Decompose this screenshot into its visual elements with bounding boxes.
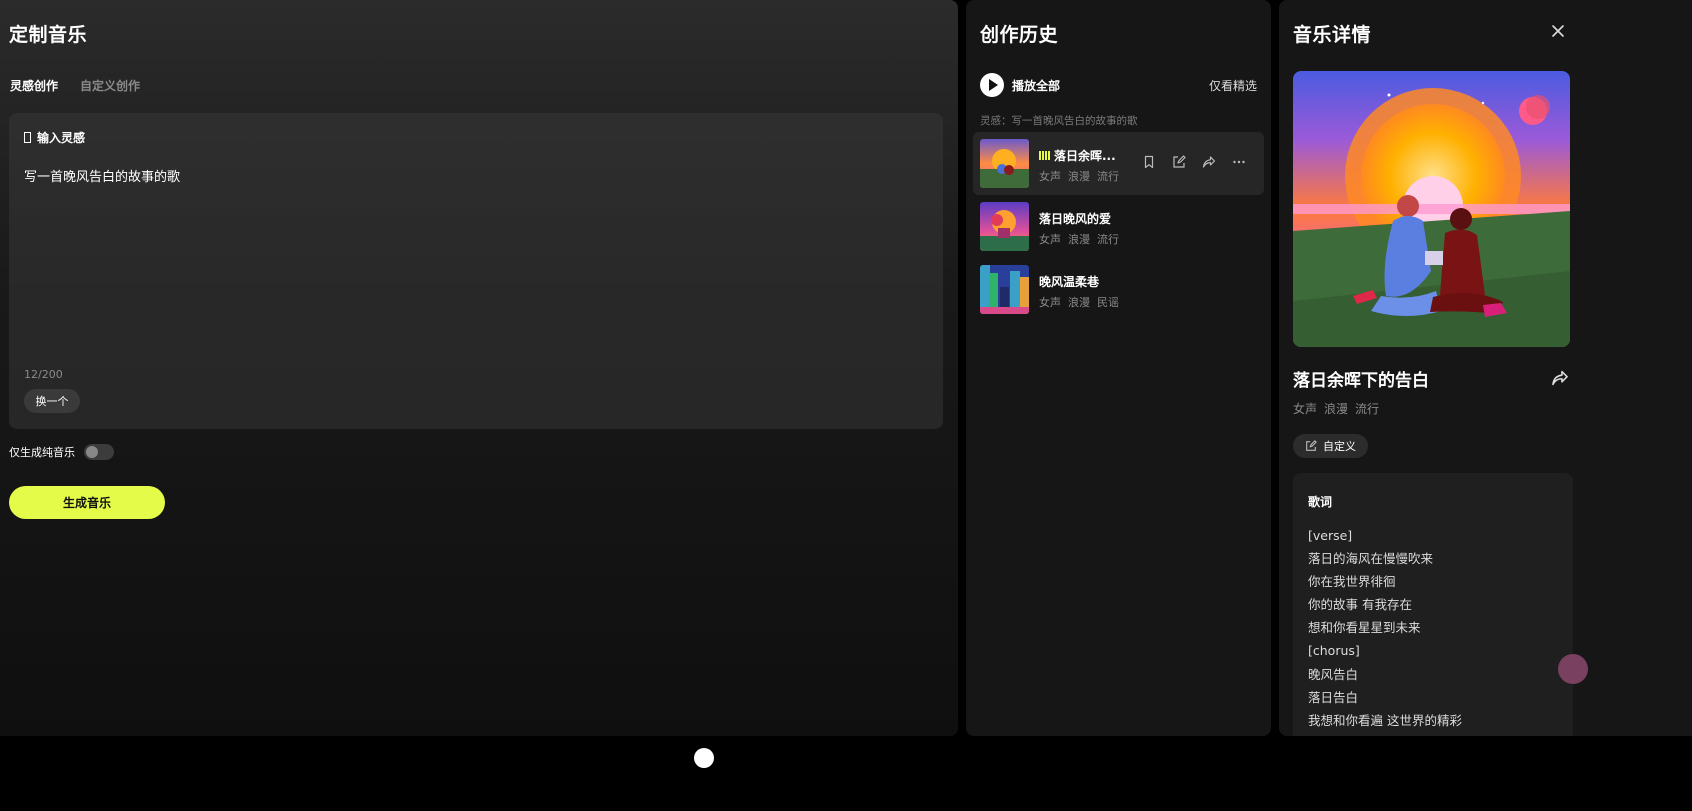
playing-equalizer-icon — [1039, 151, 1050, 160]
detail-title: 音乐详情 — [1293, 24, 1372, 46]
bookmark-icon[interactable] — [1141, 154, 1157, 170]
featured-only-filter[interactable]: 仅看精选 — [1209, 77, 1257, 94]
input-label-text: 输入灵感 — [37, 131, 86, 145]
custom-music-panel: 定制音乐 灵感创作 自定义创作 输入灵感 写一首晚风告白的故事的歌 12/200… — [0, 0, 958, 736]
track-item[interactable]: 落日晚风的爱 女声 浪漫 流行 — [973, 195, 1264, 258]
share-icon[interactable] — [1551, 369, 1569, 387]
lyric-line: [verse] — [1308, 528, 1353, 543]
tag: 女声 — [1039, 170, 1061, 183]
tag: 浪漫 — [1068, 233, 1090, 246]
inspiration-note: 灵感：写一首晚风告白的故事的歌 — [980, 115, 1138, 127]
share-icon[interactable] — [1201, 154, 1217, 170]
lyric-line: 落日的海风在慢慢吹来 — [1308, 551, 1434, 567]
edit-icon[interactable] — [1171, 154, 1187, 170]
input-label: 输入灵感 — [24, 129, 85, 146]
creation-tabs: 灵感创作 自定义创作 — [10, 77, 140, 94]
edit-icon — [1306, 440, 1317, 451]
lyric-line: 我想和你看遍 这世界的精彩 — [1308, 712, 1462, 728]
lyrics-text: [verse] 落日的海风在慢慢吹来 你在我世界徘徊 你的故事 有我存在 想和你… — [1308, 524, 1462, 732]
track-cover-thumbnail — [980, 202, 1029, 251]
track-title: 落日晚风的爱 — [1039, 212, 1112, 226]
track-title: 晚风温柔巷 — [1039, 275, 1100, 289]
track-item[interactable]: 晚风温柔巷 女声 浪漫 民谣 — [973, 258, 1264, 321]
track-cover-thumbnail — [980, 139, 1029, 188]
song-tags: 女声 浪漫 流行 — [1293, 400, 1379, 417]
track-tags: 女声 浪漫 民谣 — [1039, 294, 1119, 310]
track-actions — [1141, 154, 1247, 170]
tag: 浪漫 — [1324, 402, 1349, 416]
label-box-icon — [24, 132, 31, 143]
lyrics-card: 歌词 [verse] 落日的海风在慢慢吹来 你在我世界徘徊 你的故事 有我存在 … — [1293, 473, 1573, 736]
song-title: 落日余晖下的告白 — [1293, 371, 1429, 391]
inspiration-input[interactable]: 写一首晚风告白的故事的歌 — [24, 166, 924, 346]
more-icon[interactable] — [1231, 154, 1247, 170]
tag: 女声 — [1039, 296, 1061, 309]
tag: 女声 — [1039, 233, 1061, 246]
close-icon[interactable] — [1549, 22, 1567, 40]
lyrics-title: 歌词 — [1308, 495, 1333, 509]
tag: 民谣 — [1097, 296, 1119, 309]
floating-assistant-avatar[interactable] — [1558, 654, 1588, 684]
track-item[interactable]: 落日余晖... 女声 浪漫 流行 — [973, 132, 1264, 195]
play-all-button[interactable]: 播放全部 — [980, 73, 1060, 97]
track-tags: 女声 浪漫 流行 — [1039, 231, 1119, 247]
customize-button[interactable]: 自定义 — [1293, 434, 1368, 458]
lyric-line: 你的故事 有我存在 — [1308, 597, 1412, 613]
tag: 浪漫 — [1068, 296, 1090, 309]
page-title: 定制音乐 — [9, 24, 88, 46]
song-cover-image — [1293, 71, 1570, 347]
tag: 流行 — [1097, 233, 1119, 246]
track-title-text: 落日余晖... — [1054, 149, 1116, 163]
tag: 女声 — [1293, 402, 1318, 416]
lyric-line: 落日告白 — [1308, 689, 1359, 705]
tag: 流行 — [1355, 402, 1380, 416]
pure-music-label: 仅生成纯音乐 — [9, 446, 75, 459]
history-title: 创作历史 — [980, 24, 1059, 46]
play-icon — [980, 73, 1004, 97]
play-all-label: 播放全部 — [1012, 78, 1061, 93]
lyric-line: 你在我世界徘徊 — [1308, 574, 1396, 590]
customize-label: 自定义 — [1323, 440, 1356, 453]
char-count: 12/200 — [24, 368, 63, 381]
track-cover-thumbnail — [980, 265, 1029, 314]
generate-music-button[interactable]: 生成音乐 — [9, 486, 165, 519]
tag: 流行 — [1097, 170, 1119, 183]
pure-music-row: 仅生成纯音乐 — [9, 444, 114, 460]
tab-inspiration[interactable]: 灵感创作 — [10, 77, 58, 94]
lyric-line: 晚风告白 — [1308, 666, 1359, 682]
lyric-line: 想和你看星星到未来 — [1308, 620, 1421, 636]
track-title: 落日余晖... — [1039, 147, 1116, 164]
swap-inspiration-button[interactable]: 换一个 — [24, 389, 80, 413]
lyric-line: [chorus] — [1308, 643, 1360, 659]
inspiration-input-card: 输入灵感 写一首晚风告白的故事的歌 12/200 换一个 — [9, 113, 943, 429]
pure-music-toggle[interactable] — [84, 444, 114, 460]
creation-history-panel: 创作历史 播放全部 仅看精选 灵感：写一首晚风告白的故事的歌 落日余晖... 女… — [966, 0, 1271, 736]
tag: 浪漫 — [1068, 170, 1090, 183]
track-tags: 女声 浪漫 流行 — [1039, 168, 1119, 184]
tab-custom-creation[interactable]: 自定义创作 — [80, 77, 140, 94]
bottom-indicator[interactable] — [694, 748, 714, 768]
track-list: 落日余晖... 女声 浪漫 流行 落日晚风的爱 女声 浪漫 流行 晚风温柔巷 女… — [973, 132, 1264, 321]
music-detail-panel: 音乐详情 落日余晖下的告白 女声 浪漫 流行 自定义 歌词 [verse] 落日… — [1279, 0, 1692, 736]
